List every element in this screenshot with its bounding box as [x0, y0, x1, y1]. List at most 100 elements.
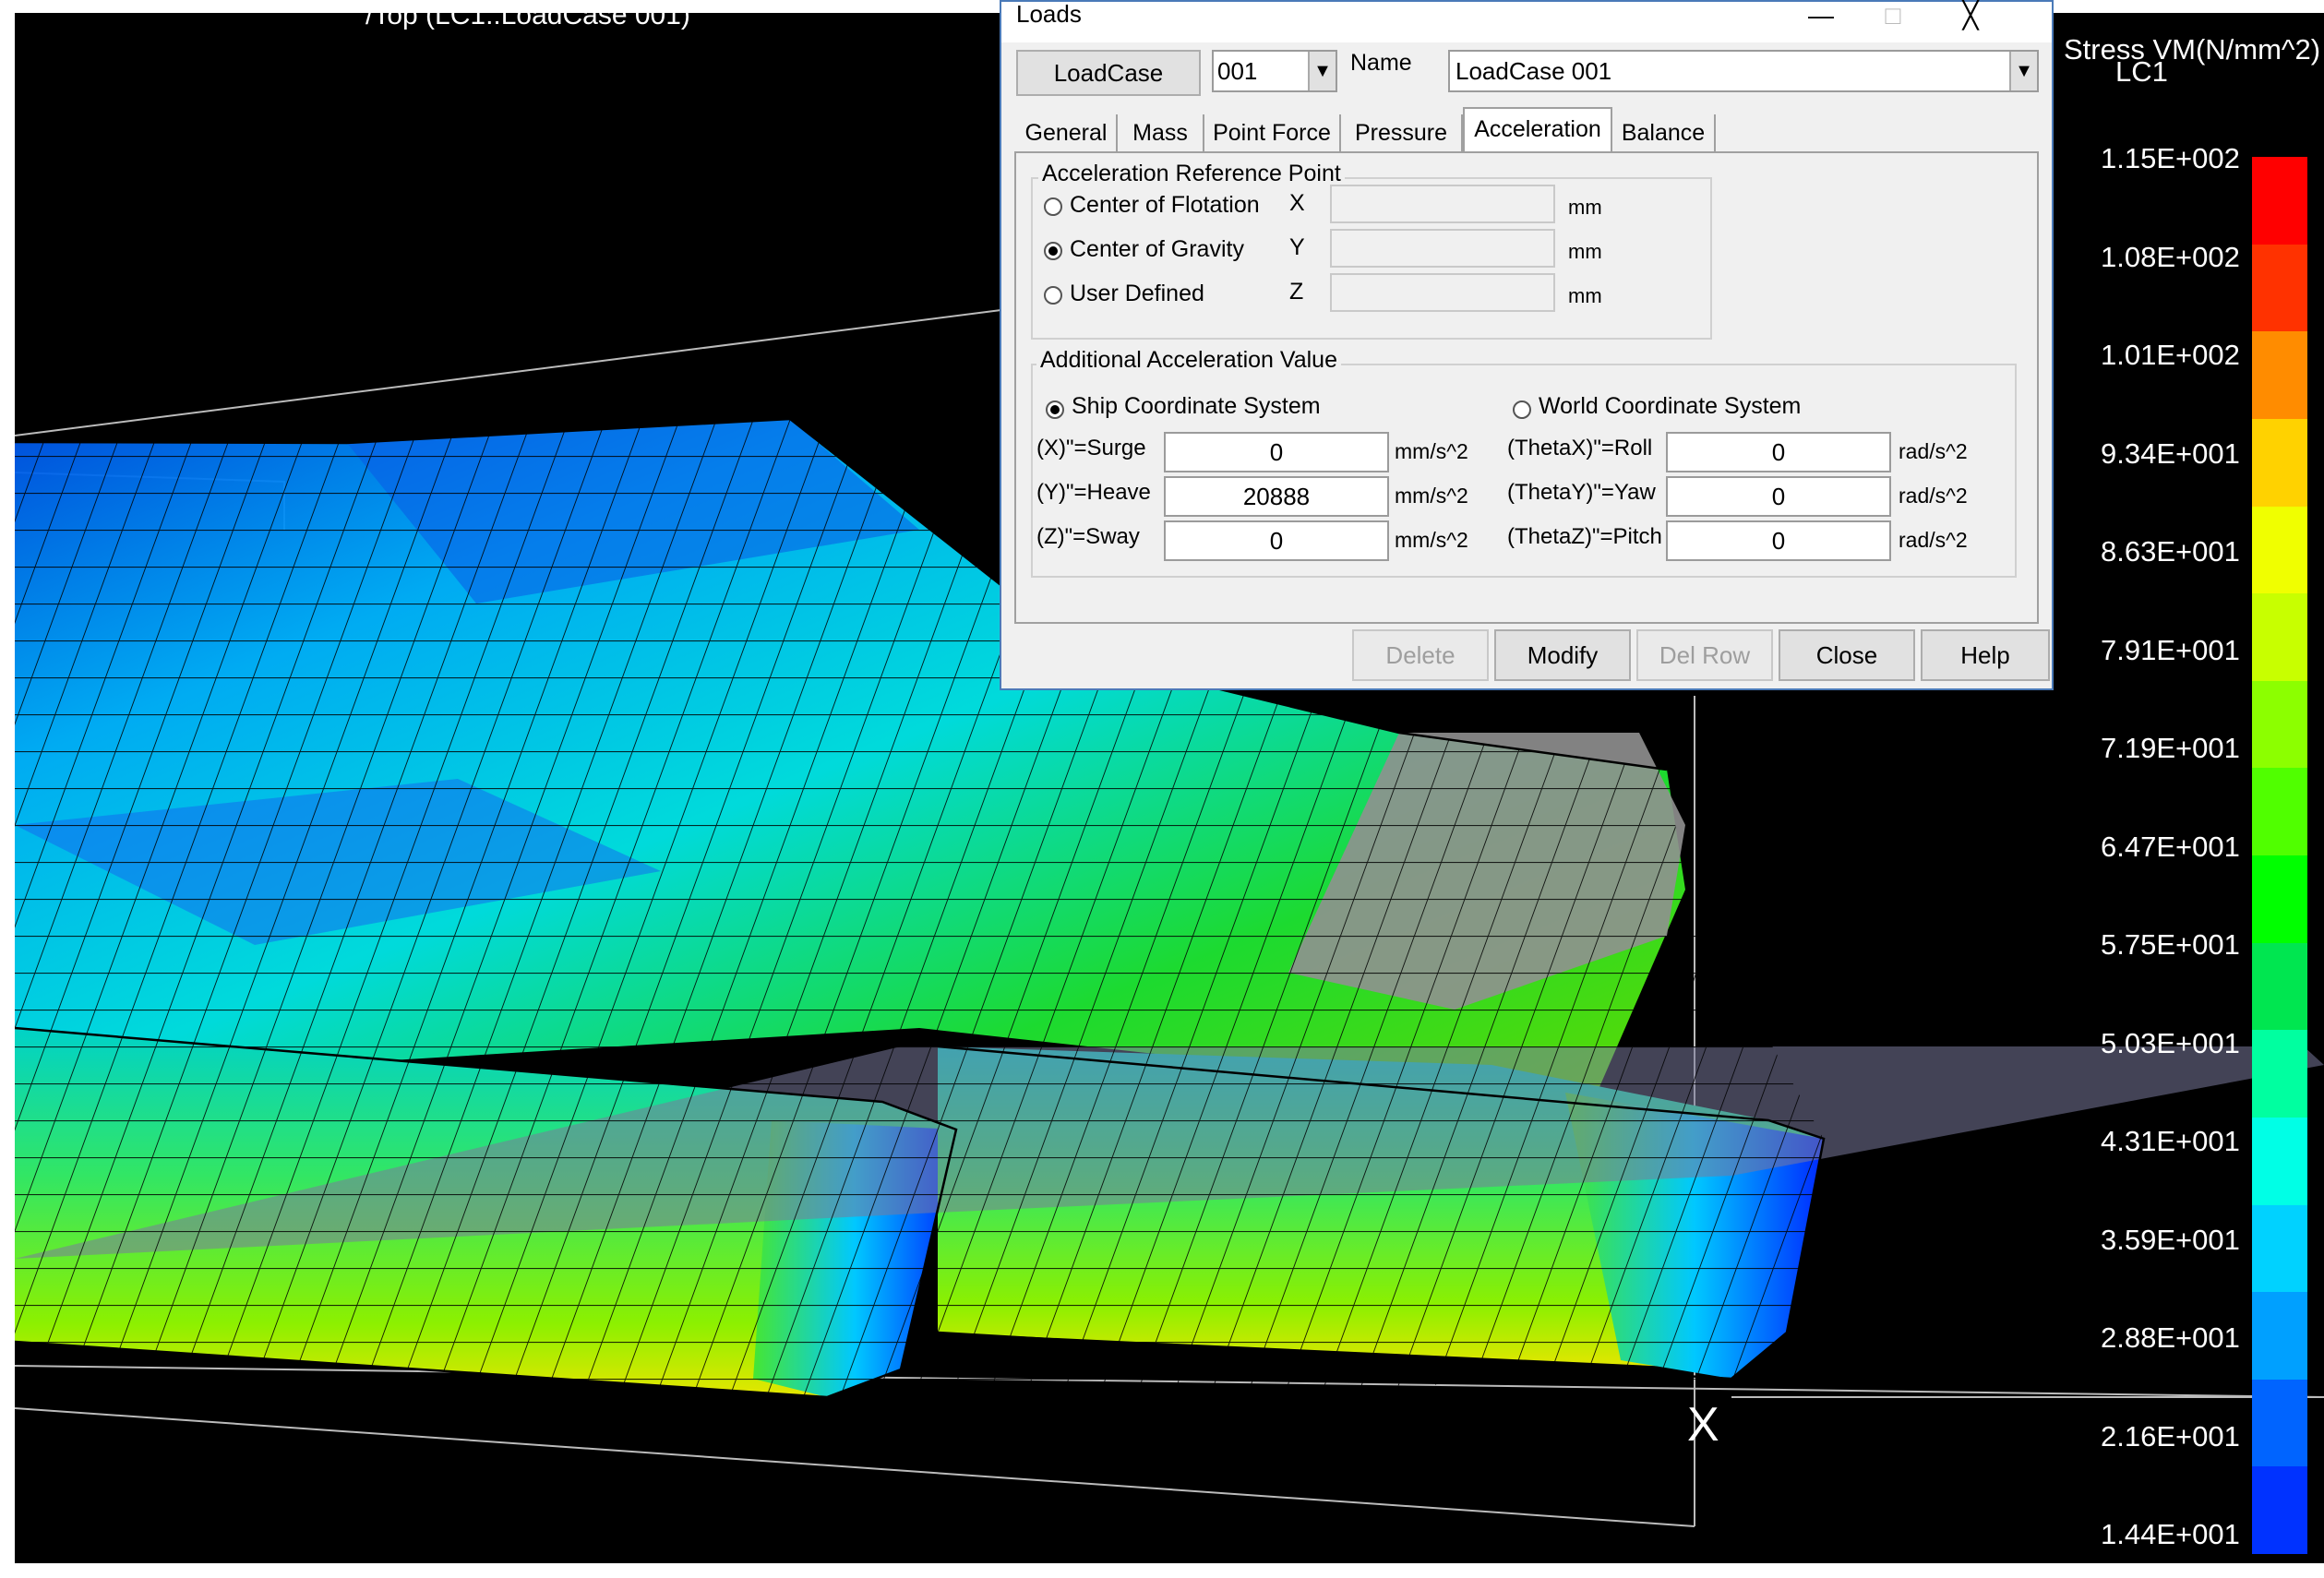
additional-accel-title: Additional Acceleration Value — [1036, 347, 1341, 374]
legend-value-label: 2.88E+001 — [2101, 1321, 2240, 1354]
x-axis-marker: X — [1687, 1398, 1719, 1452]
legend-color-segment — [2252, 1466, 2307, 1554]
name-label: Name — [1350, 50, 1412, 76]
linear-accel-unit: mm/s^2 — [1395, 528, 1468, 552]
name-select[interactable]: LoadCase 001 ▼ — [1448, 50, 2039, 92]
coord-y-field[interactable] — [1330, 229, 1555, 268]
loadcase-button[interactable]: LoadCase — [1016, 50, 1201, 96]
legend-value-label: 6.47E+001 — [2101, 830, 2240, 863]
coord-axis-label: Y — [1289, 234, 1305, 260]
angular-accel-field[interactable]: 0 — [1666, 432, 1891, 472]
dialog-title: Loads — [1016, 0, 1082, 28]
world-cs-label: World Coordinate System — [1539, 393, 1802, 419]
reference-radio[interactable] — [1044, 242, 1062, 260]
delete-button[interactable]: Delete — [1352, 629, 1489, 681]
linear-accel-field[interactable]: 0 — [1164, 432, 1389, 472]
tab-balance[interactable]: Balance — [1612, 114, 1716, 153]
coord-unit-label: mm — [1568, 240, 1602, 263]
tab-acceleration[interactable]: Acceleration — [1463, 107, 1612, 153]
angular-accel-unit: rad/s^2 — [1899, 484, 1968, 508]
linear-accel-unit: mm/s^2 — [1395, 484, 1468, 508]
tab-page: Acceleration Reference Point Center of F… — [1014, 151, 2039, 624]
linear-accel-value: 20888 — [1242, 483, 1311, 510]
angular-accel-field[interactable]: 0 — [1666, 476, 1891, 517]
linear-accel-label: (Y)"=Heave — [1036, 480, 1151, 505]
reference-radio[interactable] — [1044, 197, 1062, 216]
legend-value-label: 7.19E+001 — [2101, 732, 2240, 764]
tab-pressure[interactable]: Pressure — [1341, 114, 1463, 153]
viewport-title: /Top (LC1::LoadCase 001) — [365, 13, 690, 30]
legend-value-label: 1.44E+001 — [2101, 1518, 2240, 1550]
tab-point-force[interactable]: Point Force — [1204, 114, 1341, 153]
legend-value-label: 4.31E+001 — [2101, 1125, 2240, 1157]
angular-accel-unit: rad/s^2 — [1899, 528, 1968, 552]
world-cs-radio[interactable] — [1513, 400, 1531, 419]
legend-value-label: 1.01E+002 — [2101, 339, 2240, 371]
chevron-down-icon[interactable]: ▼ — [2009, 52, 2037, 90]
coord-z-field[interactable] — [1330, 273, 1555, 312]
coord-x-field[interactable] — [1330, 185, 1555, 223]
angular-accel-label: (ThetaY)"=Yaw — [1507, 480, 1656, 505]
legend-value-label: 9.34E+001 — [2101, 436, 2240, 470]
reference-option-label: Center of Gravity — [1070, 236, 1244, 262]
legend-value-label: 7.91E+001 — [2101, 633, 2240, 666]
del-row-button[interactable]: Del Row — [1636, 629, 1773, 681]
angular-accel-value: 0 — [1771, 527, 1786, 555]
dialog-titlebar[interactable]: Loads — □ ╳ — [1001, 0, 2052, 42]
legend-value-label: 2.16E+001 — [2101, 1419, 2240, 1452]
name-value: LoadCase 001 — [1455, 57, 1612, 85]
close-window-button[interactable]: ╳ — [1945, 2, 1996, 39]
coord-unit-label: mm — [1568, 284, 1602, 307]
legend-value-label: 5.75E+001 — [2101, 928, 2240, 961]
chevron-down-icon[interactable]: ▼ — [1308, 52, 1336, 90]
legend-color-segment — [2252, 506, 2307, 594]
ship-cs-radio[interactable] — [1046, 400, 1064, 419]
linear-accel-unit: mm/s^2 — [1395, 439, 1468, 463]
legend-color-segment — [2252, 768, 2307, 855]
legend-color-segment — [2252, 1030, 2307, 1118]
legend-color-segment — [2252, 1292, 2307, 1380]
loadcase-id-select[interactable]: 001 ▼ — [1212, 50, 1337, 92]
linear-accel-value: 0 — [1269, 527, 1284, 555]
linear-accel-field[interactable]: 20888 — [1164, 476, 1389, 517]
tab-general[interactable]: General — [1016, 114, 1118, 153]
legend-color-segment — [2252, 593, 2307, 681]
legend-color-segment — [2252, 1379, 2307, 1467]
legend-color-segment — [2252, 244, 2307, 332]
reference-option-label: Center of Flotation — [1070, 192, 1260, 218]
linear-accel-value: 0 — [1269, 438, 1284, 466]
help-button[interactable]: Help — [1921, 629, 2050, 681]
tab-mass[interactable]: Mass — [1118, 114, 1204, 153]
coord-unit-label: mm — [1568, 196, 1602, 219]
legend-title: Stress VM(N/mm^2) — [2064, 33, 2321, 66]
linear-accel-label: (Z)"=Sway — [1036, 524, 1140, 549]
legend-value-label: 5.03E+001 — [2101, 1026, 2240, 1059]
linear-accel-label: (X)"=Surge — [1036, 436, 1146, 460]
close-button[interactable]: Close — [1779, 629, 1915, 681]
angular-accel-value: 0 — [1771, 438, 1786, 466]
angular-accel-label: (ThetaX)"=Roll — [1507, 436, 1653, 460]
reference-point-title: Acceleration Reference Point — [1038, 161, 1345, 187]
angular-accel-value: 0 — [1771, 483, 1786, 510]
linear-accel-field[interactable]: 0 — [1164, 520, 1389, 561]
angular-accel-field[interactable]: 0 — [1666, 520, 1891, 561]
modify-button[interactable]: Modify — [1494, 629, 1631, 681]
legend-color-segment — [2252, 942, 2307, 1031]
legend-color-segment — [2252, 331, 2307, 419]
angular-accel-unit: rad/s^2 — [1899, 439, 1968, 463]
legend-color-segment — [2252, 418, 2307, 507]
coord-axis-label: X — [1289, 190, 1305, 216]
legend-subtitle: LC1 — [2115, 55, 2168, 88]
legend-color-segment — [2252, 1117, 2307, 1205]
reference-radio[interactable] — [1044, 286, 1062, 305]
loads-dialog: Loads — □ ╳ LoadCase 001 ▼ Name LoadCase… — [1000, 0, 2054, 690]
reference-option-label: User Defined — [1070, 281, 1204, 306]
legend-color-segment — [2252, 1204, 2307, 1293]
legend-value-label: 1.08E+002 — [2101, 240, 2240, 273]
coord-axis-label: Z — [1289, 279, 1304, 305]
maximize-button[interactable]: □ — [1867, 2, 1919, 39]
angular-accel-label: (ThetaZ)"=Pitch — [1507, 524, 1662, 549]
legend-value-label: 8.63E+001 — [2101, 535, 2240, 568]
legend-value-label: 3.59E+001 — [2101, 1223, 2240, 1256]
minimize-button[interactable]: — — [1795, 2, 1847, 39]
